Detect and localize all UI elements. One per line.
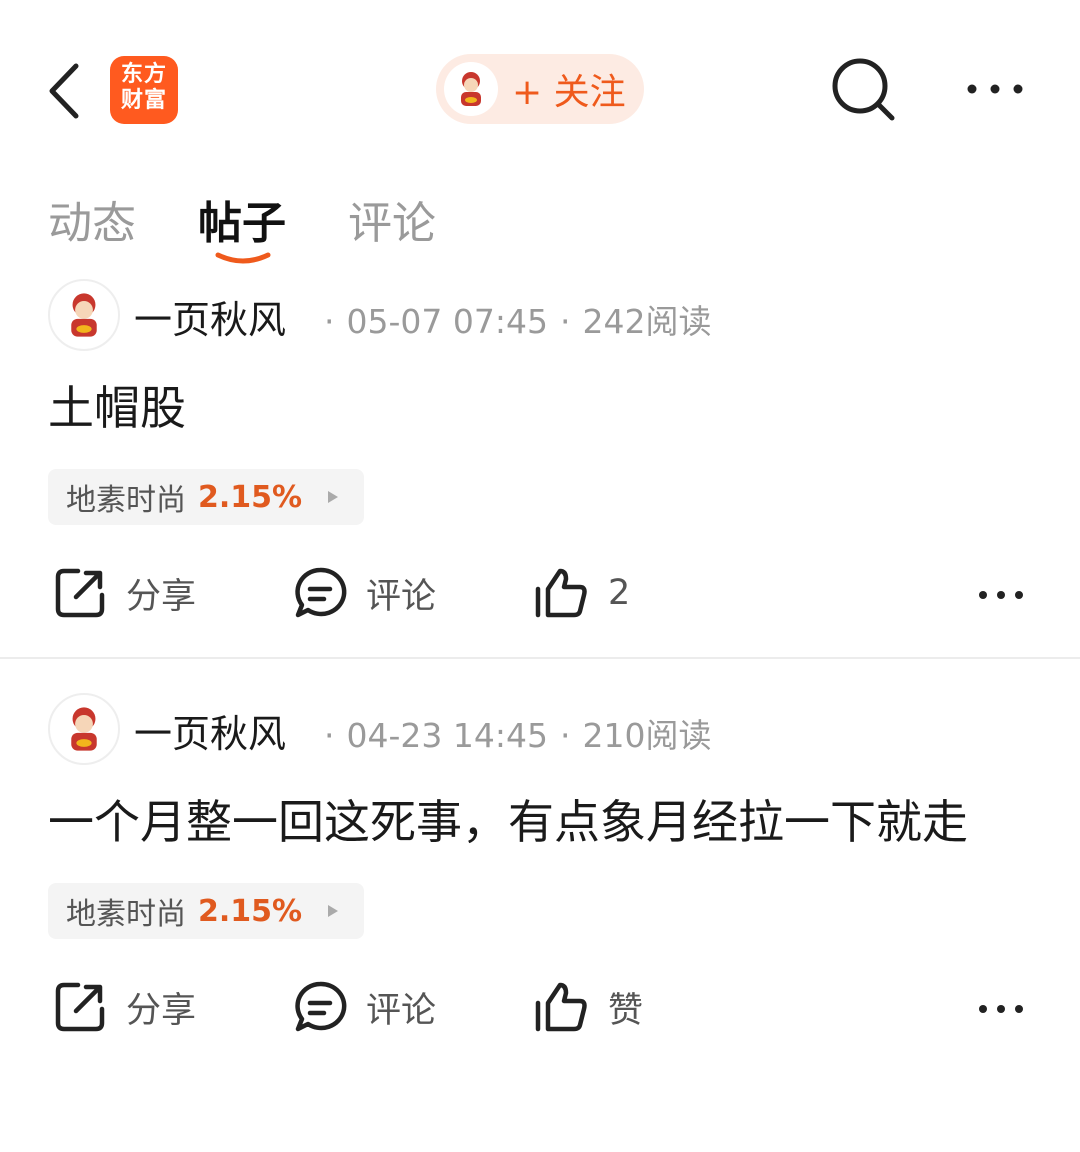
post-reads: 242阅读: [582, 302, 712, 341]
post-date: 05-07 07:45: [346, 302, 548, 341]
comment-icon: [295, 567, 347, 618]
like-count: 2: [608, 573, 631, 613]
app-logo[interactable]: 东方 财富: [110, 56, 178, 124]
share-icon: [55, 568, 105, 618]
comment-label: 评论: [366, 990, 437, 1031]
post-meta: · 04-23 14:45 · 210阅读: [324, 716, 712, 755]
tab-posts[interactable]: 帖子: [198, 187, 286, 251]
follow-button[interactable]: + 关注: [436, 54, 644, 124]
share-icon: [55, 982, 105, 1032]
like-button[interactable]: 赞: [532, 979, 643, 1035]
thumbs-up-icon: [535, 982, 587, 1032]
share-button[interactable]: 分享: [52, 979, 196, 1035]
post-divider: [0, 657, 1080, 659]
post-header: 一页秋风 · 05-07 07:45 · 242阅读: [0, 265, 1080, 351]
post-more-icon[interactable]: [976, 999, 1026, 1019]
post-actions: 分享 评论 2: [0, 525, 1080, 645]
post-header: 一页秋风 · 04-23 14:45 · 210阅读: [0, 679, 1080, 765]
stock-change: 2.15%: [198, 893, 303, 929]
comment-button[interactable]: 评论: [292, 565, 436, 621]
tab-dynamic[interactable]: 动态: [48, 187, 136, 251]
author-avatar[interactable]: [48, 693, 120, 765]
post-meta: · 05-07 07:45 · 242阅读: [324, 302, 712, 341]
post-date: 04-23 14:45: [346, 716, 548, 755]
avatar: [444, 62, 498, 116]
comment-label: 评论: [366, 576, 437, 617]
post-more-icon[interactable]: [976, 585, 1026, 605]
caishen-avatar-icon: [71, 707, 97, 751]
author-name[interactable]: 一页秋风: [134, 703, 286, 758]
stock-name: 地素时尚: [66, 897, 186, 932]
more-icon[interactable]: [962, 72, 1028, 106]
caishen-avatar-icon: [71, 293, 97, 337]
tab-comments[interactable]: 评论: [348, 187, 436, 251]
stock-name: 地素时尚: [66, 483, 186, 518]
back-icon[interactable]: [40, 56, 90, 126]
share-button[interactable]: 分享: [52, 565, 196, 621]
logo-text-line1: 东方: [120, 62, 167, 87]
tab-bar: 动态 帖子 评论: [0, 165, 1080, 265]
share-label: 分享: [126, 576, 197, 617]
post-reads: 210阅读: [582, 716, 712, 755]
top-bar: 东方 财富 + 关注: [0, 0, 1080, 165]
follow-label: + 关注: [512, 72, 626, 113]
post-text[interactable]: 一个月整一回这死事，有点象月经拉一下就走: [0, 765, 1080, 857]
like-button[interactable]: 2: [532, 565, 630, 621]
stock-change: 2.15%: [198, 479, 303, 515]
chevron-right-icon: [328, 491, 339, 503]
chevron-right-icon: [328, 905, 339, 917]
post-actions: 分享 评论 赞: [0, 939, 1080, 1059]
post-text[interactable]: 土帽股: [0, 351, 1080, 443]
author-name[interactable]: 一页秋风: [134, 289, 286, 344]
logo-text-line2: 财富: [120, 88, 167, 113]
like-label: 赞: [608, 990, 644, 1031]
search-icon[interactable]: [826, 54, 902, 126]
comment-button[interactable]: 评论: [292, 979, 436, 1035]
stock-tag[interactable]: 地素时尚 2.15%: [48, 883, 365, 939]
caishen-avatar-icon: [461, 72, 481, 106]
stock-tag[interactable]: 地素时尚 2.15%: [48, 469, 365, 525]
post-item[interactable]: 一页秋风 · 05-07 07:45 · 242阅读 土帽股 地素时尚 2.15% 分…: [0, 265, 1080, 645]
share-label: 分享: [126, 990, 197, 1031]
author-avatar[interactable]: [48, 279, 120, 351]
comment-icon: [295, 981, 347, 1032]
post-item[interactable]: 一页秋风 · 04-23 14:45 · 210阅读 一个月整一回这死事，有点象月经拉…: [0, 679, 1080, 1059]
thumbs-up-icon: [535, 568, 587, 618]
